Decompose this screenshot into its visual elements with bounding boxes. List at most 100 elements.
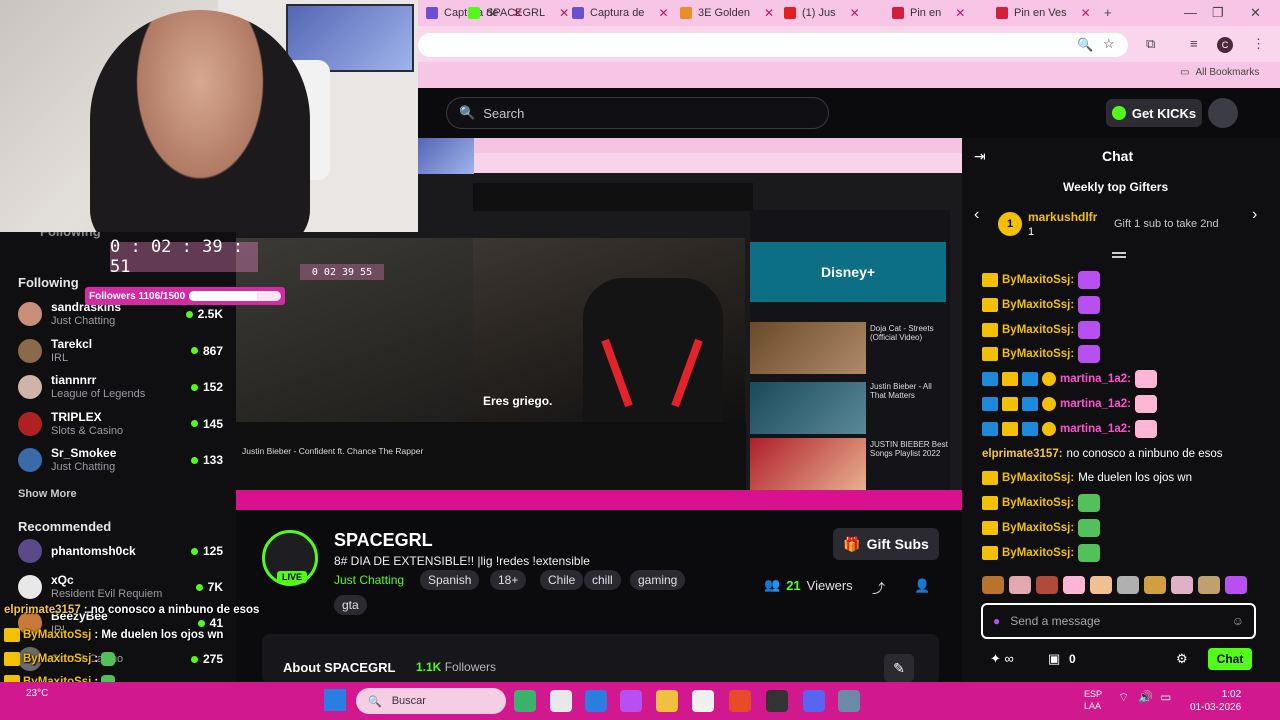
emote-icon[interactable] xyxy=(982,576,1004,594)
task-view-icon[interactable] xyxy=(550,690,572,712)
browser-tab[interactable]: 3E Golden ✕ xyxy=(672,2,782,24)
battery-icon[interactable]: ▭ xyxy=(1160,690,1171,704)
input-language[interactable]: ESP LAA xyxy=(1084,688,1102,712)
address-bar[interactable] xyxy=(418,33,1128,57)
chat-username[interactable]: ByMaxitoSsj: xyxy=(1002,522,1074,534)
sidebar-channel[interactable]: phantomsh0ck 125 xyxy=(18,534,223,568)
media-icon[interactable]: ≡ xyxy=(1190,36,1198,51)
chat-username[interactable]: martina_1a2: xyxy=(1060,373,1131,385)
wifi-icon[interactable]: ⌔ xyxy=(1118,690,1129,705)
chat-username[interactable]: ByMaxitoSsj: xyxy=(1002,299,1074,311)
pinned-handle[interactable] xyxy=(1112,252,1126,258)
emote-icon[interactable] xyxy=(1144,576,1166,594)
chat-username[interactable]: ByMaxitoSsj: xyxy=(1002,497,1074,509)
emote-icon[interactable] xyxy=(1225,576,1247,594)
emote-icon[interactable] xyxy=(1036,576,1058,594)
gift-cta[interactable]: Gift 1 sub to take 2nd xyxy=(1114,218,1219,230)
emote-icon[interactable] xyxy=(1198,576,1220,594)
close-tab-icon[interactable]: ✕ xyxy=(658,6,668,20)
edit-button[interactable]: ✎ xyxy=(884,654,914,682)
points-icon[interactable]: ✦ ∞ xyxy=(990,651,1014,667)
stream-tag[interactable]: gta xyxy=(334,595,367,615)
store-icon[interactable] xyxy=(692,690,714,712)
edge-icon[interactable] xyxy=(585,690,607,712)
bookmark-star-icon[interactable]: ☆ xyxy=(1103,36,1115,52)
stream-category[interactable]: Just Chatting xyxy=(334,573,404,587)
follow-icon[interactable]: 👤 xyxy=(914,578,930,594)
profile-avatar[interactable]: C xyxy=(1217,37,1233,53)
browser-tab[interactable]: Pin en Ves ✕ xyxy=(988,2,1099,24)
zoom-icon[interactable]: 🔍 xyxy=(1077,37,1093,53)
chat-input[interactable]: ● Send a message ☺ xyxy=(981,603,1256,639)
chat-send-button[interactable]: Chat xyxy=(1208,648,1252,670)
extensions-icon[interactable]: ⧉ xyxy=(1146,36,1155,52)
weather-widget[interactable]: 23°C xyxy=(26,688,48,699)
chat-username[interactable]: ByMaxitoSsj: xyxy=(1002,472,1074,484)
close-tab-icon[interactable]: ✕ xyxy=(764,6,774,20)
taskbar-search[interactable]: 🔍 Buscar xyxy=(356,688,506,714)
browser-tab[interactable]: Pin en ✕ xyxy=(884,2,973,24)
emote-icon[interactable] xyxy=(1063,576,1085,594)
maximize-icon[interactable]: ❐ xyxy=(1212,5,1224,21)
search-input[interactable]: 🔍 Search xyxy=(446,97,829,129)
sidebar-channel[interactable]: TRIPLEX Slots & Casino 145 xyxy=(18,407,223,441)
top-gifter-name[interactable]: markushdlfr xyxy=(1028,210,1097,224)
close-tab-icon[interactable]: ✕ xyxy=(955,6,965,20)
file-explorer-icon[interactable] xyxy=(656,690,678,712)
sidebar-channel[interactable]: tiannnrr League of Legends 152 xyxy=(18,370,223,404)
get-kicks-button[interactable]: Get KICKs xyxy=(1106,99,1202,127)
chrome-icon[interactable] xyxy=(729,690,751,712)
settings-icon[interactable] xyxy=(838,690,860,712)
sidebar-channel[interactable]: Tarekcl IRL 867 xyxy=(18,334,223,368)
settings-icon[interactable]: ⚙ xyxy=(1176,651,1188,667)
copilot-icon[interactable] xyxy=(620,690,642,712)
streamer-name[interactable]: SPACEGRL xyxy=(334,530,433,551)
close-window-icon[interactable]: ✕ xyxy=(1250,5,1261,21)
gift-subs-button[interactable]: 🎁 Gift Subs xyxy=(833,528,939,560)
stream-tag[interactable]: 18+ xyxy=(490,570,527,590)
start-icon[interactable] xyxy=(324,689,346,711)
system-clock[interactable]: 1:02 01-03-2026 xyxy=(1190,688,1241,714)
browser-tab[interactable]: SPACEGRL ✕ xyxy=(460,2,577,24)
emoji-icon[interactable]: ☺ xyxy=(1232,614,1244,628)
discord-icon[interactable] xyxy=(803,690,825,712)
user-avatar[interactable] xyxy=(1208,98,1238,128)
next-arrow-icon[interactable]: › xyxy=(1252,206,1257,224)
chat-username[interactable]: elprimate3157: xyxy=(982,448,1063,460)
all-bookmarks[interactable]: ▭ All Bookmarks xyxy=(1180,67,1259,78)
chat-username[interactable]: ByMaxitoSsj: xyxy=(1002,324,1074,336)
mic-icon[interactable]: ● xyxy=(993,614,1000,628)
chat-username[interactable]: ByMaxitoSsj: xyxy=(1002,274,1074,286)
tab-favicon-icon xyxy=(426,7,438,19)
chat-username[interactable]: ByMaxitoSsj: xyxy=(1002,547,1074,559)
widgets-icon[interactable] xyxy=(514,690,536,712)
chat-username[interactable]: martina_1a2: xyxy=(1060,423,1131,435)
collapse-chat-icon[interactable]: ⇥ xyxy=(974,148,986,165)
show-more-link[interactable]: Show More xyxy=(18,488,77,500)
emote-icon[interactable] xyxy=(1117,576,1139,594)
store-icon[interactable]: ▣ xyxy=(1048,651,1060,667)
stream-tag[interactable]: Spanish xyxy=(420,570,480,590)
close-tab-icon[interactable]: ✕ xyxy=(1081,6,1091,20)
new-tab-icon[interactable]: + xyxy=(1104,5,1112,20)
volume-icon[interactable]: 🔊 xyxy=(1138,690,1153,704)
sidebar-channel[interactable]: Sr_Smokee Just Chatting 133 xyxy=(18,443,223,477)
browser-tab[interactable]: Captura de ✕ xyxy=(564,2,677,24)
menu-dots-icon[interactable]: ⋮ xyxy=(1252,36,1265,52)
stream-tag[interactable]: Chile xyxy=(540,570,584,590)
stream-tag[interactable]: chill xyxy=(584,570,621,590)
share-icon[interactable]: ⤴ xyxy=(872,578,885,597)
sidebar-channel[interactable]: xQc Resident Evil Requiem 7K xyxy=(18,570,223,604)
tab-favicon-icon xyxy=(996,7,1008,19)
close-tab-icon[interactable]: ✕ xyxy=(850,6,860,20)
minimize-icon[interactable]: — xyxy=(1184,5,1197,20)
emote-icon[interactable] xyxy=(1171,576,1193,594)
emote-icon[interactable] xyxy=(1090,576,1112,594)
chat-username[interactable]: ByMaxitoSsj: xyxy=(1002,348,1074,360)
obs-icon[interactable] xyxy=(766,690,788,712)
emote-icon[interactable] xyxy=(1009,576,1031,594)
stream-tag[interactable]: gaming xyxy=(630,570,686,590)
prev-arrow-icon[interactable]: ‹ xyxy=(974,206,979,224)
browser-tab[interactable]: (1) Jus ✕ xyxy=(776,2,868,24)
chat-username[interactable]: martina_1a2: xyxy=(1060,398,1131,410)
